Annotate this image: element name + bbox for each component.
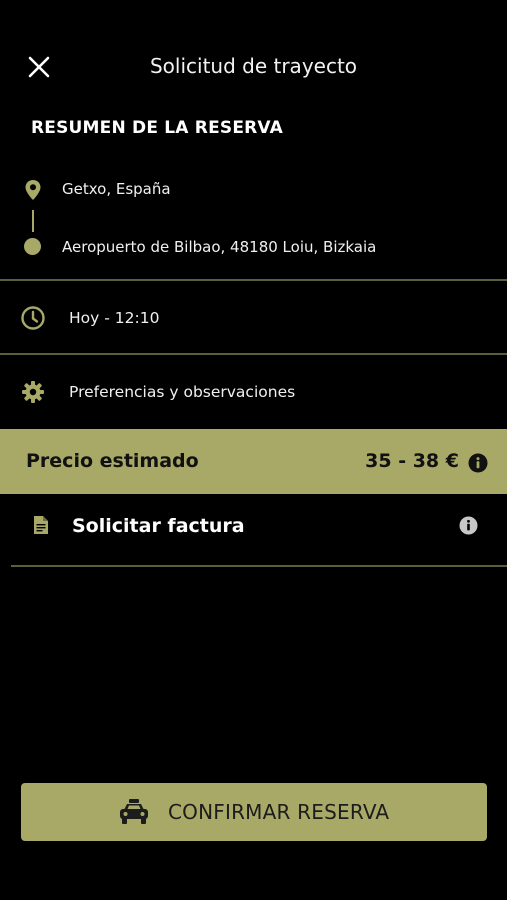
confirm-booking-label: CONFIRMAR RESERVA — [168, 800, 390, 824]
destination-address[interactable]: Aeropuerto de Bilbao, 48180 Loiu, Bizkai… — [62, 238, 376, 256]
invoice-info-icon[interactable] — [459, 516, 478, 535]
schedule-label: Hoy - 12:10 — [69, 309, 160, 327]
estimated-price-bar: Precio estimado 35 - 38 € — [0, 429, 507, 494]
confirm-booking-button[interactable]: CONFIRMAR RESERVA — [21, 783, 487, 841]
page-title: Solicitud de trayecto — [149, 54, 358, 78]
destination-dot-icon — [24, 238, 41, 255]
document-icon — [33, 515, 49, 535]
info-icon[interactable] — [468, 453, 488, 473]
price-label: Precio estimado — [26, 450, 199, 472]
price-value: 35 - 38 € — [365, 450, 459, 472]
divider — [11, 565, 507, 567]
summary-title: RESUMEN DE LA RESERVA — [31, 118, 283, 138]
clock-icon — [20, 305, 46, 331]
preferences-row[interactable]: Preferencias y observaciones — [0, 355, 507, 427]
route-connector-line — [32, 210, 34, 232]
schedule-row[interactable]: Hoy - 12:10 — [0, 281, 507, 353]
gear-icon — [21, 380, 45, 404]
taxi-icon — [118, 797, 150, 827]
location-pin-icon — [24, 179, 42, 201]
preferences-label: Preferencias y observaciones — [69, 383, 296, 401]
request-invoice-label: Solicitar factura — [72, 515, 245, 537]
origin-address[interactable]: Getxo, España — [62, 180, 171, 198]
